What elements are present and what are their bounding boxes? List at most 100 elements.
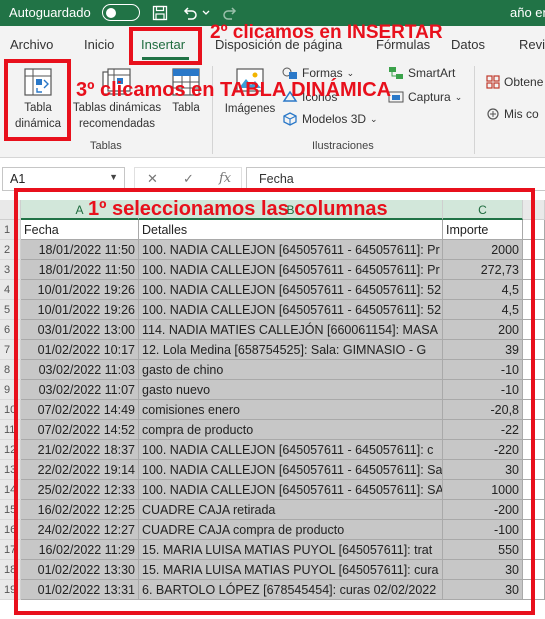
table-cell-fecha[interactable]: 01/02/2022 13:30 bbox=[21, 560, 139, 580]
table-cell-importe[interactable]: 39 bbox=[443, 340, 523, 360]
empty-cell[interactable] bbox=[523, 480, 545, 500]
cancel-icon[interactable]: ✕ bbox=[147, 171, 158, 187]
row-number[interactable]: 14 bbox=[0, 480, 21, 500]
column-header-d[interactable] bbox=[523, 200, 545, 220]
table-cell-fecha[interactable]: 01/02/2022 10:17 bbox=[21, 340, 139, 360]
table-cell-fecha[interactable]: 07/02/2022 14:52 bbox=[21, 420, 139, 440]
empty-cell[interactable] bbox=[523, 220, 545, 240]
empty-cell[interactable] bbox=[523, 240, 545, 260]
row-number[interactable]: 5 bbox=[0, 300, 21, 320]
empty-cell[interactable] bbox=[523, 500, 545, 520]
table-cell-fecha[interactable]: 22/02/2022 19:14 bbox=[21, 460, 139, 480]
table-cell-importe[interactable]: -220 bbox=[443, 440, 523, 460]
empty-cell[interactable] bbox=[523, 260, 545, 280]
table-cell-importe[interactable]: 2000 bbox=[443, 240, 523, 260]
chevron-down-icon[interactable]: ▼ bbox=[109, 172, 118, 182]
table-cell-fecha[interactable]: 21/02/2022 18:37 bbox=[21, 440, 139, 460]
empty-cell[interactable] bbox=[523, 340, 545, 360]
table-cell-fecha[interactable]: 03/02/2022 11:03 bbox=[21, 360, 139, 380]
table-cell-fecha[interactable]: 18/01/2022 11:50 bbox=[21, 260, 139, 280]
table-cell-detalles[interactable]: 100. NADIA CALLEJON [645057611 - 6450576… bbox=[139, 480, 443, 500]
save-icon[interactable] bbox=[150, 3, 170, 23]
empty-cell[interactable] bbox=[523, 300, 545, 320]
row-number[interactable]: 19 bbox=[0, 580, 21, 600]
table-cell-detalles[interactable]: 100. NADIA CALLEJON [645057611 - 6450576… bbox=[139, 260, 443, 280]
my-addins-button[interactable]: Mis co bbox=[486, 107, 539, 121]
table-cell-importe[interactable]: 200 bbox=[443, 320, 523, 340]
row-number[interactable]: 7 bbox=[0, 340, 21, 360]
table-cell-detalles[interactable]: 15. MARIA LUISA MATIAS PUYOL [645057611]… bbox=[139, 560, 443, 580]
tab-datos[interactable]: Datos bbox=[451, 37, 485, 52]
empty-cell[interactable] bbox=[523, 400, 545, 420]
tab-insertar[interactable]: Insertar bbox=[141, 37, 185, 52]
redo-icon[interactable] bbox=[220, 3, 240, 23]
tab-inicio[interactable]: Inicio bbox=[84, 37, 114, 52]
table-cell-detalles[interactable]: 100. NADIA CALLEJON [645057611 - 6450576… bbox=[139, 440, 443, 460]
tab-revisar[interactable]: Revi bbox=[519, 37, 545, 52]
name-box[interactable]: A1 ▼ bbox=[2, 167, 125, 191]
empty-cell[interactable] bbox=[523, 560, 545, 580]
undo-icon[interactable] bbox=[180, 3, 200, 23]
empty-cell[interactable] bbox=[523, 520, 545, 540]
table-cell-detalles[interactable]: CUADRE CAJA compra de producto bbox=[139, 520, 443, 540]
shapes-button[interactable]: Formas ⌄ bbox=[282, 66, 354, 80]
pivot-table-button[interactable]: Tabla dinámica bbox=[8, 64, 68, 140]
table-cell-detalles[interactable]: 100. NADIA CALLEJON [645057611 - 6450576… bbox=[139, 280, 443, 300]
confirm-icon[interactable]: ✓ bbox=[183, 171, 194, 187]
formula-input[interactable]: Fecha bbox=[246, 167, 545, 191]
row-number[interactable]: 8 bbox=[0, 360, 21, 380]
row-number[interactable]: 16 bbox=[0, 520, 21, 540]
empty-cell[interactable] bbox=[523, 360, 545, 380]
empty-cell[interactable] bbox=[523, 280, 545, 300]
table-cell-detalles[interactable]: 15. MARIA LUISA MATIAS PUYOL [645057611]… bbox=[139, 540, 443, 560]
smartart-button[interactable]: SmartArt bbox=[388, 66, 455, 80]
table-cell-fecha[interactable]: 10/01/2022 19:26 bbox=[21, 280, 139, 300]
table-cell-fecha[interactable]: 10/01/2022 19:26 bbox=[21, 300, 139, 320]
table-cell-importe[interactable]: 550 bbox=[443, 540, 523, 560]
table-cell-fecha[interactable]: 24/02/2022 12:27 bbox=[21, 520, 139, 540]
table-cell-detalles[interactable]: gasto nuevo bbox=[139, 380, 443, 400]
table-cell-detalles[interactable]: comisiones enero bbox=[139, 400, 443, 420]
table-cell-detalles[interactable]: 12. Lola Medina [658754525]: Sala: GIMNA… bbox=[139, 340, 443, 360]
table-cell-fecha[interactable]: 18/01/2022 11:50 bbox=[21, 240, 139, 260]
row-number[interactable]: 15 bbox=[0, 500, 21, 520]
recommended-pivot-button[interactable]: Tablas dinámicas recomendadas bbox=[72, 64, 162, 140]
table-cell-importe[interactable]: -200 bbox=[443, 500, 523, 520]
table-cell-importe[interactable]: 4,5 bbox=[443, 300, 523, 320]
empty-cell[interactable] bbox=[523, 580, 545, 600]
header-cell-fecha[interactable]: Fecha bbox=[21, 220, 139, 240]
table-cell-importe[interactable]: -10 bbox=[443, 380, 523, 400]
table-cell-importe[interactable]: -10 bbox=[443, 360, 523, 380]
header-cell-detalles[interactable]: Detalles bbox=[139, 220, 443, 240]
row-number[interactable]: 3 bbox=[0, 260, 21, 280]
table-cell-detalles[interactable]: gasto de chino bbox=[139, 360, 443, 380]
header-cell-importe[interactable]: Importe bbox=[443, 220, 523, 240]
table-cell-detalles[interactable]: 100. NADIA CALLEJON [645057611 - 6450576… bbox=[139, 240, 443, 260]
row-number[interactable]: 11 bbox=[0, 420, 21, 440]
empty-cell[interactable] bbox=[523, 320, 545, 340]
table-cell-fecha[interactable]: 03/01/2022 13:00 bbox=[21, 320, 139, 340]
table-cell-fecha[interactable]: 16/02/2022 11:29 bbox=[21, 540, 139, 560]
table-cell-detalles[interactable]: 100. NADIA CALLEJON [645057611 - 6450576… bbox=[139, 460, 443, 480]
table-cell-fecha[interactable]: 07/02/2022 14:49 bbox=[21, 400, 139, 420]
screenshot-button[interactable]: Captura ⌄ bbox=[388, 90, 462, 104]
table-cell-detalles[interactable]: CUADRE CAJA retirada bbox=[139, 500, 443, 520]
row-number[interactable]: 1 bbox=[0, 220, 21, 240]
autosave-toggle[interactable] bbox=[102, 4, 140, 21]
row-number[interactable]: 2 bbox=[0, 240, 21, 260]
table-button[interactable]: Tabla bbox=[166, 64, 206, 140]
table-cell-importe[interactable]: 272,73 bbox=[443, 260, 523, 280]
table-cell-importe[interactable]: -22 bbox=[443, 420, 523, 440]
table-cell-importe[interactable]: 1000 bbox=[443, 480, 523, 500]
row-number[interactable]: 12 bbox=[0, 440, 21, 460]
empty-cell[interactable] bbox=[523, 380, 545, 400]
select-all-corner[interactable] bbox=[0, 200, 21, 220]
table-cell-importe[interactable]: 30 bbox=[443, 460, 523, 480]
table-cell-detalles[interactable]: compra de producto bbox=[139, 420, 443, 440]
empty-cell[interactable] bbox=[523, 420, 545, 440]
row-number[interactable]: 13 bbox=[0, 460, 21, 480]
3d-models-button[interactable]: Modelos 3D ⌄ bbox=[282, 112, 378, 126]
row-number[interactable]: 17 bbox=[0, 540, 21, 560]
table-cell-importe[interactable]: 30 bbox=[443, 560, 523, 580]
table-cell-importe[interactable]: -20,8 bbox=[443, 400, 523, 420]
